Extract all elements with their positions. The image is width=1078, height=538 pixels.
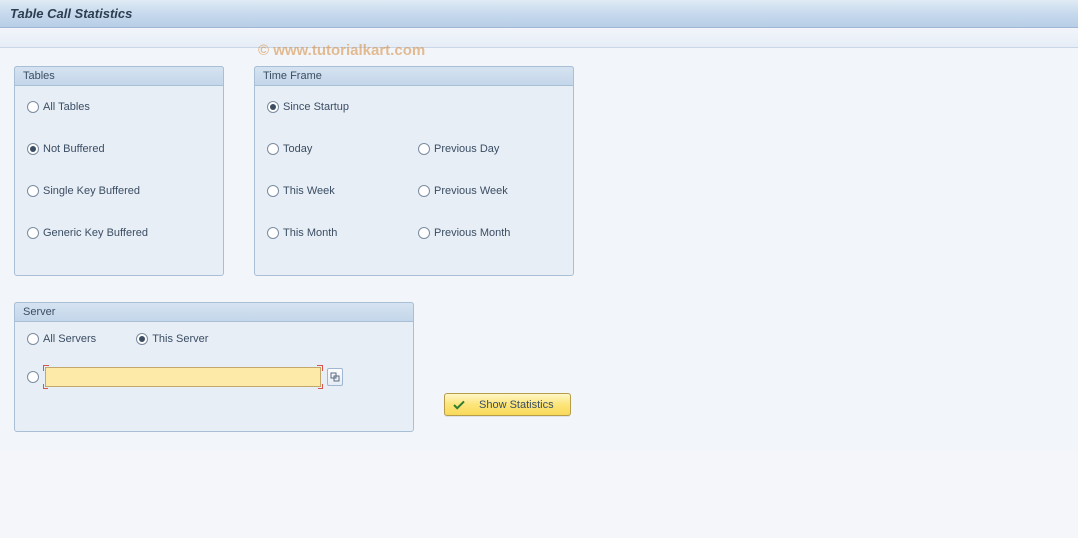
header-bar: Table Call Statistics bbox=[0, 0, 1078, 28]
radio-label: This Week bbox=[283, 185, 335, 197]
radio-not-buffered[interactable]: Not Buffered bbox=[27, 143, 105, 155]
radio-circle-icon bbox=[27, 227, 39, 239]
show-statistics-label: Show Statistics bbox=[479, 399, 554, 411]
radio-circle-icon bbox=[27, 333, 39, 345]
radio-label: Since Startup bbox=[283, 101, 349, 113]
radio-label: Single Key Buffered bbox=[43, 185, 140, 197]
radio-label: All Tables bbox=[43, 101, 90, 113]
radio-label: This Server bbox=[152, 333, 208, 345]
radio-circle-icon bbox=[267, 143, 279, 155]
radio-all-tables[interactable]: All Tables bbox=[27, 101, 90, 113]
page-title: Table Call Statistics bbox=[10, 6, 132, 21]
radio-circle-icon bbox=[418, 227, 430, 239]
server-input[interactable] bbox=[45, 367, 321, 387]
radio-this-server[interactable]: This Server bbox=[136, 333, 208, 345]
radio-custom-server[interactable] bbox=[27, 371, 39, 383]
radio-label: This Month bbox=[283, 227, 337, 239]
radio-label: Today bbox=[283, 143, 312, 155]
radio-circle-icon bbox=[267, 185, 279, 197]
radio-label: Previous Day bbox=[434, 143, 499, 155]
show-statistics-button[interactable]: Show Statistics bbox=[444, 393, 571, 416]
server-input-wrap bbox=[45, 367, 321, 387]
radio-label: All Servers bbox=[43, 333, 96, 345]
radio-generic-key-buffered[interactable]: Generic Key Buffered bbox=[27, 227, 148, 239]
search-help-icon bbox=[330, 372, 340, 382]
radio-all-servers[interactable]: All Servers bbox=[27, 333, 96, 345]
radio-circle-icon bbox=[136, 333, 148, 345]
check-icon bbox=[453, 399, 465, 411]
group-tables-title: Tables bbox=[14, 66, 224, 86]
radio-previous-day[interactable]: Previous Day bbox=[418, 143, 561, 155]
radio-circle-icon bbox=[418, 143, 430, 155]
radio-circle-icon bbox=[418, 185, 430, 197]
group-tables: Tables All Tables Not Buffered Single Ke… bbox=[14, 66, 224, 276]
radio-single-key-buffered[interactable]: Single Key Buffered bbox=[27, 185, 140, 197]
group-server-title: Server bbox=[14, 302, 414, 322]
group-timeframe-title: Time Frame bbox=[254, 66, 574, 86]
group-timeframe: Time Frame Since Startup Today bbox=[254, 66, 574, 276]
radio-label: Not Buffered bbox=[43, 143, 105, 155]
radio-label: Previous Month bbox=[434, 227, 510, 239]
toolbar-strip bbox=[0, 28, 1078, 48]
radio-circle-icon bbox=[27, 185, 39, 197]
radio-this-month[interactable]: This Month bbox=[267, 227, 410, 239]
radio-previous-month[interactable]: Previous Month bbox=[418, 227, 561, 239]
f4-help-button[interactable] bbox=[327, 368, 343, 386]
radio-circle-icon bbox=[27, 371, 39, 383]
group-server: Server All Servers This Server bbox=[14, 302, 414, 432]
radio-previous-week[interactable]: Previous Week bbox=[418, 185, 561, 197]
radio-circle-icon bbox=[27, 143, 39, 155]
radio-circle-icon bbox=[267, 101, 279, 113]
radio-label: Generic Key Buffered bbox=[43, 227, 148, 239]
radio-this-week[interactable]: This Week bbox=[267, 185, 410, 197]
content-area: © www.tutorialkart.com Tables All Tables… bbox=[0, 48, 1078, 450]
radio-today[interactable]: Today bbox=[267, 143, 410, 155]
radio-circle-icon bbox=[267, 227, 279, 239]
radio-circle-icon bbox=[27, 101, 39, 113]
radio-since-startup[interactable]: Since Startup bbox=[267, 101, 349, 113]
radio-label: Previous Week bbox=[434, 185, 508, 197]
